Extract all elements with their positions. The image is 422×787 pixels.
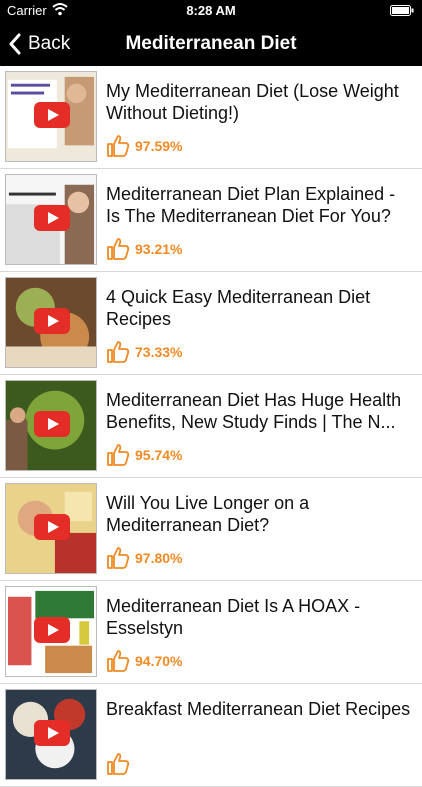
video-title: Mediterranean Diet Plan Explained - Is T… — [106, 184, 396, 226]
back-label: Back — [28, 33, 71, 54]
thumbs-up-icon — [107, 444, 130, 466]
video-thumbnail — [5, 586, 97, 677]
video-title: 4 Quick Easy Mediterranean Diet Recipes — [106, 287, 371, 329]
play-button-icon — [34, 514, 70, 540]
thumbs-up-icon — [107, 135, 130, 157]
video-thumbnail — [5, 174, 97, 265]
chevron-left-icon — [9, 33, 21, 55]
video-rating — [106, 751, 135, 777]
rating-value: 93.21% — [135, 241, 183, 257]
video-row[interactable]: Will You Live Longer on a Mediterranean … — [0, 478, 422, 581]
rating-value: 94.70% — [135, 653, 183, 669]
video-rating: 94.70% — [106, 648, 182, 674]
rating-value: 73.33% — [135, 344, 183, 360]
video-thumbnail — [5, 277, 97, 368]
video-row[interactable]: Mediterranean Diet Has Huge Health Benef… — [0, 375, 422, 478]
video-thumbnail — [5, 483, 97, 574]
thumbs-up-icon — [107, 650, 130, 672]
play-button-icon — [34, 102, 70, 128]
video-thumbnail — [5, 71, 97, 162]
video-title: Mediterranean Diet Is A HOAX - Esselstyn — [106, 596, 361, 638]
video-row[interactable]: Mediterranean Diet Plan Explained - Is T… — [0, 169, 422, 272]
status-time: 8:28 AM — [186, 3, 236, 18]
battery-icon — [390, 5, 414, 16]
video-title: Breakfast Mediterranean Diet Recipes — [106, 699, 411, 719]
rating-value: 97.59% — [135, 138, 183, 154]
play-button-icon — [34, 411, 70, 437]
video-title: Mediterranean Diet Has Huge Health Benef… — [106, 390, 402, 432]
back-button[interactable]: Back — [8, 22, 70, 66]
video-rating: 97.80% — [106, 545, 182, 571]
thumbs-up-icon — [107, 238, 130, 260]
navigation-bar: Back Mediterranean Diet — [0, 22, 422, 66]
thumbs-up-icon — [107, 547, 130, 569]
video-title: My Mediterranean Diet (Lose Weight Witho… — [106, 81, 399, 123]
video-row[interactable]: My Mediterranean Diet (Lose Weight Witho… — [0, 66, 422, 169]
video-row[interactable]: 4 Quick Easy Mediterranean Diet Recipes … — [0, 272, 422, 375]
video-rating: 95.74% — [106, 442, 182, 468]
video-rating: 93.21% — [106, 236, 182, 262]
play-button-icon — [34, 720, 70, 746]
rating-value: 97.80% — [135, 550, 183, 566]
rating-value: 95.74% — [135, 447, 183, 463]
play-button-icon — [34, 308, 70, 334]
video-row[interactable]: Breakfast Mediterranean Diet Recipes — [0, 684, 422, 787]
thumbs-up-icon — [107, 753, 130, 775]
thumbs-up-icon — [107, 341, 130, 363]
video-rating: 73.33% — [106, 339, 182, 365]
video-list: My Mediterranean Diet (Lose Weight Witho… — [0, 66, 422, 787]
video-thumbnail — [5, 380, 97, 471]
video-row[interactable]: Mediterranean Diet Is A HOAX - Esselstyn… — [0, 581, 422, 684]
play-button-icon — [34, 205, 70, 231]
video-title: Will You Live Longer on a Mediterranean … — [106, 493, 310, 535]
status-bar: Carrier 8:28 AM — [0, 0, 422, 22]
video-thumbnail — [5, 689, 97, 780]
play-button-icon — [34, 617, 70, 643]
video-rating: 97.59% — [106, 133, 182, 159]
